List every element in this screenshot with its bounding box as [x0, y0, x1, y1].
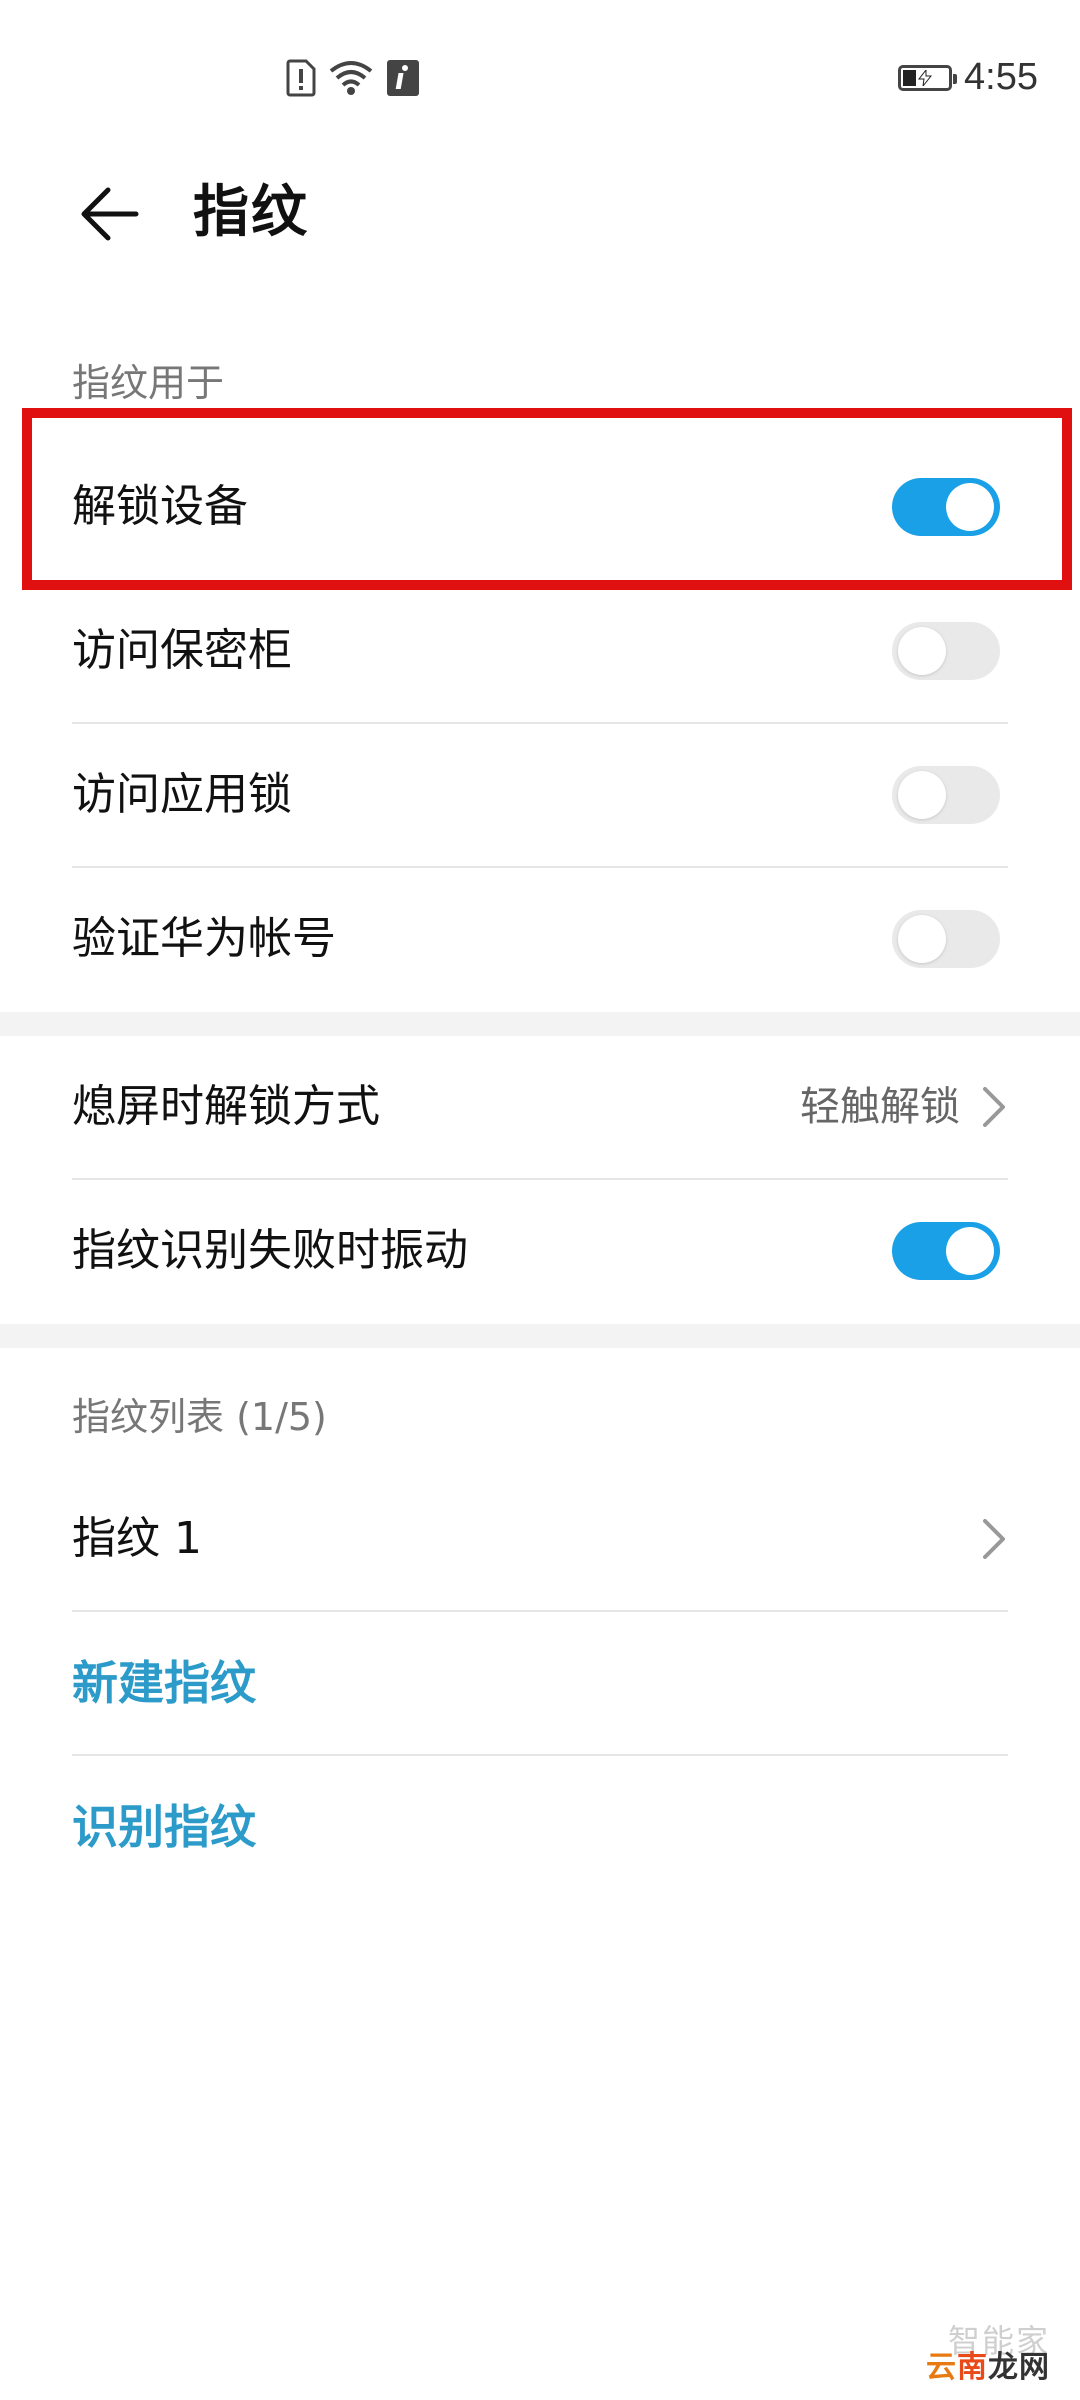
clock: 4:55 — [964, 56, 1038, 98]
identify-fingerprint-button[interactable]: 识别指纹 — [72, 1797, 256, 1857]
page-title: 指纹 — [193, 180, 309, 245]
chevron-right-icon — [983, 1087, 1005, 1127]
safe-access-row[interactable]: 访问保密柜 — [0, 580, 1080, 722]
app-lock-label: 访问应用锁 — [72, 769, 292, 820]
battery-charging-icon — [898, 64, 958, 91]
screen-off-unlock-row[interactable]: 熄屏时解锁方式 轻触解锁 — [0, 1036, 1080, 1178]
identify-fingerprint-row[interactable]: 识别指纹 — [0, 1756, 1080, 1898]
highlight-box — [22, 408, 1072, 590]
toggle-knob — [898, 771, 946, 819]
safe-access-label: 访问保密柜 — [72, 625, 292, 676]
info-icon — [387, 60, 419, 96]
watermark-logo: 智能家 云南龙网 — [910, 2316, 1050, 2386]
section-gap — [0, 1012, 1080, 1036]
vibrate-on-fail-row[interactable]: 指纹识别失败时振动 — [0, 1180, 1080, 1322]
status-icons — [286, 58, 420, 98]
battery-level — [903, 69, 917, 86]
safe-access-toggle[interactable] — [892, 622, 1000, 680]
chevron-right-icon — [983, 1519, 1005, 1559]
toggle-knob — [898, 627, 946, 675]
back-button[interactable] — [70, 174, 150, 254]
section-gap — [0, 1324, 1080, 1348]
screen-off-unlock-label: 熄屏时解锁方式 — [72, 1081, 380, 1132]
section-label-list: 指纹列表 (1/5) — [72, 1395, 327, 1439]
fingerprint-item-row[interactable]: 指纹 1 — [0, 1468, 1080, 1610]
screen-off-unlock-value: 轻触解锁 — [800, 1084, 960, 1130]
watermark-line2: 云南龙网 — [926, 2342, 1050, 2386]
status-bar: 4:55 — [0, 0, 1080, 160]
app-lock-toggle[interactable] — [892, 766, 1000, 824]
watermark-part-c: 龙网 — [988, 2350, 1050, 2385]
huawei-account-row[interactable]: 验证华为帐号 — [0, 868, 1080, 1010]
new-fingerprint-row[interactable]: 新建指纹 — [0, 1612, 1080, 1754]
vibrate-on-fail-toggle[interactable] — [892, 1222, 1000, 1280]
sim-alert-icon — [286, 59, 316, 97]
wifi-icon — [329, 61, 373, 95]
new-fingerprint-button[interactable]: 新建指纹 — [72, 1653, 256, 1713]
top-app-bar: 指纹 — [0, 150, 1080, 270]
watermark-part-b: 南 — [957, 2350, 988, 2385]
section-label-usage: 指纹用于 — [72, 361, 225, 405]
status-right: 4:55 — [898, 56, 1038, 99]
fingerprint-item-label: 指纹 1 — [72, 1513, 202, 1564]
huawei-account-label: 验证华为帐号 — [72, 913, 336, 964]
toggle-knob — [898, 915, 946, 963]
arrow-left-icon — [81, 187, 139, 241]
bolt-icon — [918, 69, 933, 86]
watermark-part-a: 云 — [926, 2350, 957, 2385]
toggle-knob — [946, 1227, 994, 1275]
app-lock-row[interactable]: 访问应用锁 — [0, 724, 1080, 866]
vibrate-on-fail-label: 指纹识别失败时振动 — [72, 1225, 468, 1276]
huawei-account-toggle[interactable] — [892, 910, 1000, 968]
